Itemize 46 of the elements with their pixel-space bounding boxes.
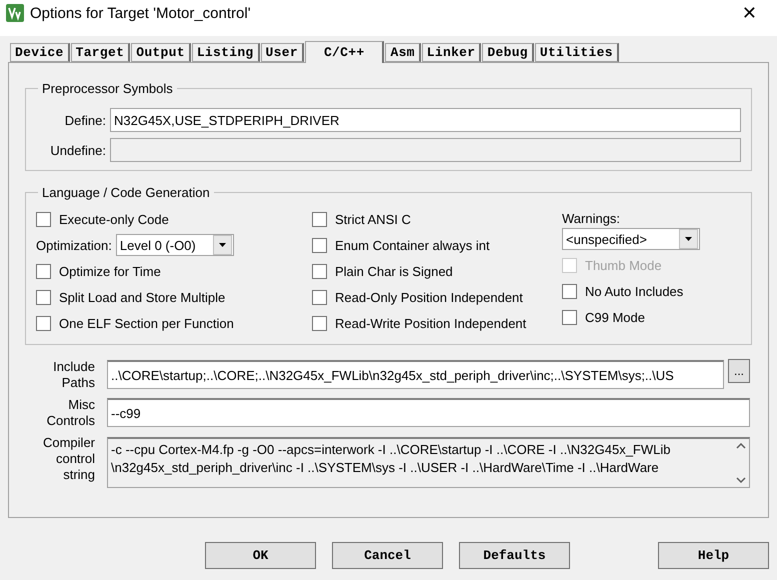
field-label: Undefine:: [49, 142, 106, 158]
group-title: Language / Code Generation: [41, 185, 211, 200]
tab[interactable]: Debug: [482, 43, 534, 62]
warnings-label: Warnings:: [562, 210, 622, 226]
checkbox-option[interactable]: Plain Char is Signed: [312, 258, 562, 284]
checkbox-option[interactable]: No Auto Includes: [562, 278, 741, 304]
close-button[interactable]: ✕: [728, 2, 771, 24]
tab[interactable]: Utilities: [534, 43, 619, 62]
input-field[interactable]: N32G45X,USE_STDPERIPH_DRIVER: [110, 108, 741, 132]
checkbox-option[interactable]: Strict ANSI C: [312, 206, 562, 232]
checkbox-option[interactable]: Read-Only Position Independent: [312, 284, 562, 310]
checkbox-option[interactable]: One ELF Section per Function: [36, 310, 312, 336]
dropdown[interactable]: Level 0 (-O0): [116, 234, 234, 256]
text-area[interactable]: -c --cpu Cortex-M4.fp -g -O0 --apcs=interwork -I ..\CORE\startup -I ..\CORE -I ..\N32G45x_FWLib \n32g45x_std_periph_driver\inc -I ..\SYSTEM\sys -I ..\USER -I ..\HardWare\Time -I ..\HardWare: [107, 437, 750, 488]
tab[interactable]: User: [260, 43, 304, 62]
checkbox-option[interactable]: Read-Write Position Independent: [312, 310, 562, 336]
tab[interactable]: Listing: [192, 43, 260, 62]
scroll-down-icon[interactable]: [736, 477, 746, 483]
dialog-button[interactable]: Cancel: [332, 542, 443, 569]
browse-button[interactable]: ...: [728, 359, 750, 383]
checkbox-option[interactable]: Split Load and Store Multiple: [36, 284, 312, 310]
dialog-button[interactable]: OK: [205, 542, 316, 569]
app-logo-icon: [6, 4, 24, 22]
input-field[interactable]: --c99: [107, 398, 750, 427]
scroll-up-icon[interactable]: [736, 443, 746, 449]
window-title: Options for Target 'Motor_control': [30, 4, 252, 22]
tab[interactable]: Device: [10, 43, 70, 62]
tab[interactable]: C/C++: [304, 41, 384, 63]
optimization-label: Optimization:: [36, 238, 112, 252]
group-title: Preprocessor Symbols: [41, 81, 174, 96]
input-field[interactable]: ..\CORE\startup;..\CORE;..\N32G45x_FWLib\n32g45x_std_periph_driver\inc;..\SYSTEM\sys;..\US: [107, 360, 724, 389]
dropdown[interactable]: <unspecified>: [562, 228, 700, 250]
field-label: Misc Controls: [46, 397, 95, 429]
tab[interactable]: Output: [131, 43, 191, 62]
tab[interactable]: Target: [70, 43, 130, 62]
dialog-button[interactable]: Defaults: [459, 542, 570, 569]
dialog-button[interactable]: Help: [658, 542, 769, 569]
checkbox-option[interactable]: Optimize for Time: [36, 258, 312, 284]
checkbox-option[interactable]: Execute-only Code: [36, 206, 312, 232]
tab[interactable]: Asm: [385, 43, 421, 62]
checkbox-option[interactable]: C99 Mode: [562, 304, 741, 330]
tab[interactable]: Linker: [422, 43, 482, 62]
field-label: Compiler control string: [42, 435, 95, 483]
checkbox-option[interactable]: Enum Container always int: [312, 232, 562, 258]
field-label: Define:: [64, 112, 106, 128]
field-label: Include Paths: [52, 359, 95, 391]
